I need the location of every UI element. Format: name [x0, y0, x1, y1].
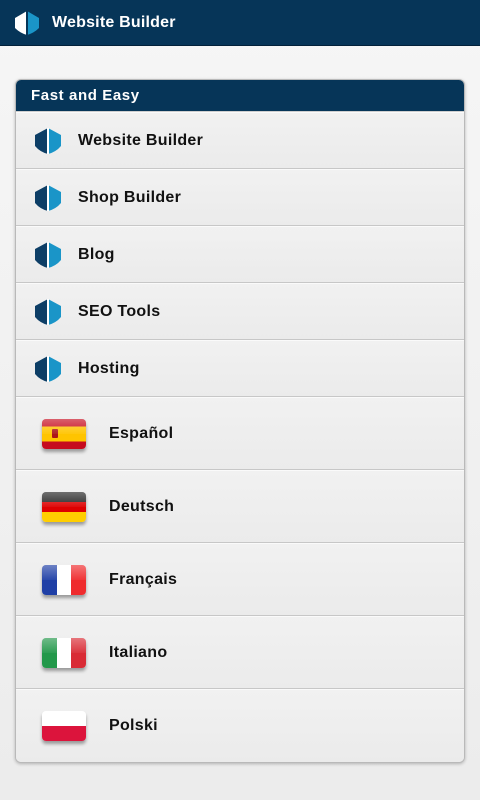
france-flag-icon — [42, 564, 86, 595]
menu-item-blog[interactable]: Blog — [16, 226, 464, 283]
germany-flag-icon — [42, 491, 86, 522]
ship-icon — [35, 241, 61, 268]
language-item-italiano[interactable]: Italiano — [16, 616, 464, 689]
language-label: Français — [109, 570, 178, 588]
italy-flag-icon — [42, 637, 86, 668]
menu-item-hosting[interactable]: Hosting — [16, 340, 464, 397]
language-item-deutsch[interactable]: Deutsch — [16, 470, 464, 543]
menu-item-shop-builder[interactable]: Shop Builder — [16, 169, 464, 226]
spain-flag-icon — [42, 418, 86, 449]
menu-item-label: Hosting — [78, 359, 140, 377]
language-item-polski[interactable]: Polski — [16, 689, 464, 762]
ship-icon — [35, 298, 61, 325]
menu-item-label: Website Builder — [78, 131, 204, 149]
ship-icon — [35, 127, 61, 154]
menu-item-label: Blog — [78, 245, 115, 263]
language-item-francais[interactable]: Français — [16, 543, 464, 616]
menu-panel: Fast and Easy Website Builder Shop Build… — [15, 79, 465, 763]
app-header: Website Builder — [0, 0, 480, 46]
panel-header: Fast and Easy — [16, 80, 464, 112]
ship-logo-icon — [15, 10, 39, 35]
menu-item-website-builder[interactable]: Website Builder — [16, 112, 464, 169]
language-label: Polski — [109, 717, 158, 734]
language-item-espanol[interactable]: Español — [16, 397, 464, 470]
menu-item-label: SEO Tools — [78, 302, 161, 320]
language-label: Deutsch — [109, 497, 175, 515]
menu-item-label: Shop Builder — [78, 188, 182, 206]
menu-item-seo-tools[interactable]: SEO Tools — [16, 283, 464, 340]
language-label: Italiano — [109, 643, 168, 661]
ship-icon — [35, 184, 61, 211]
ship-icon — [35, 355, 61, 382]
app-title: Website Builder — [52, 13, 176, 31]
language-label: Español — [109, 424, 174, 442]
poland-flag-icon — [42, 711, 86, 741]
